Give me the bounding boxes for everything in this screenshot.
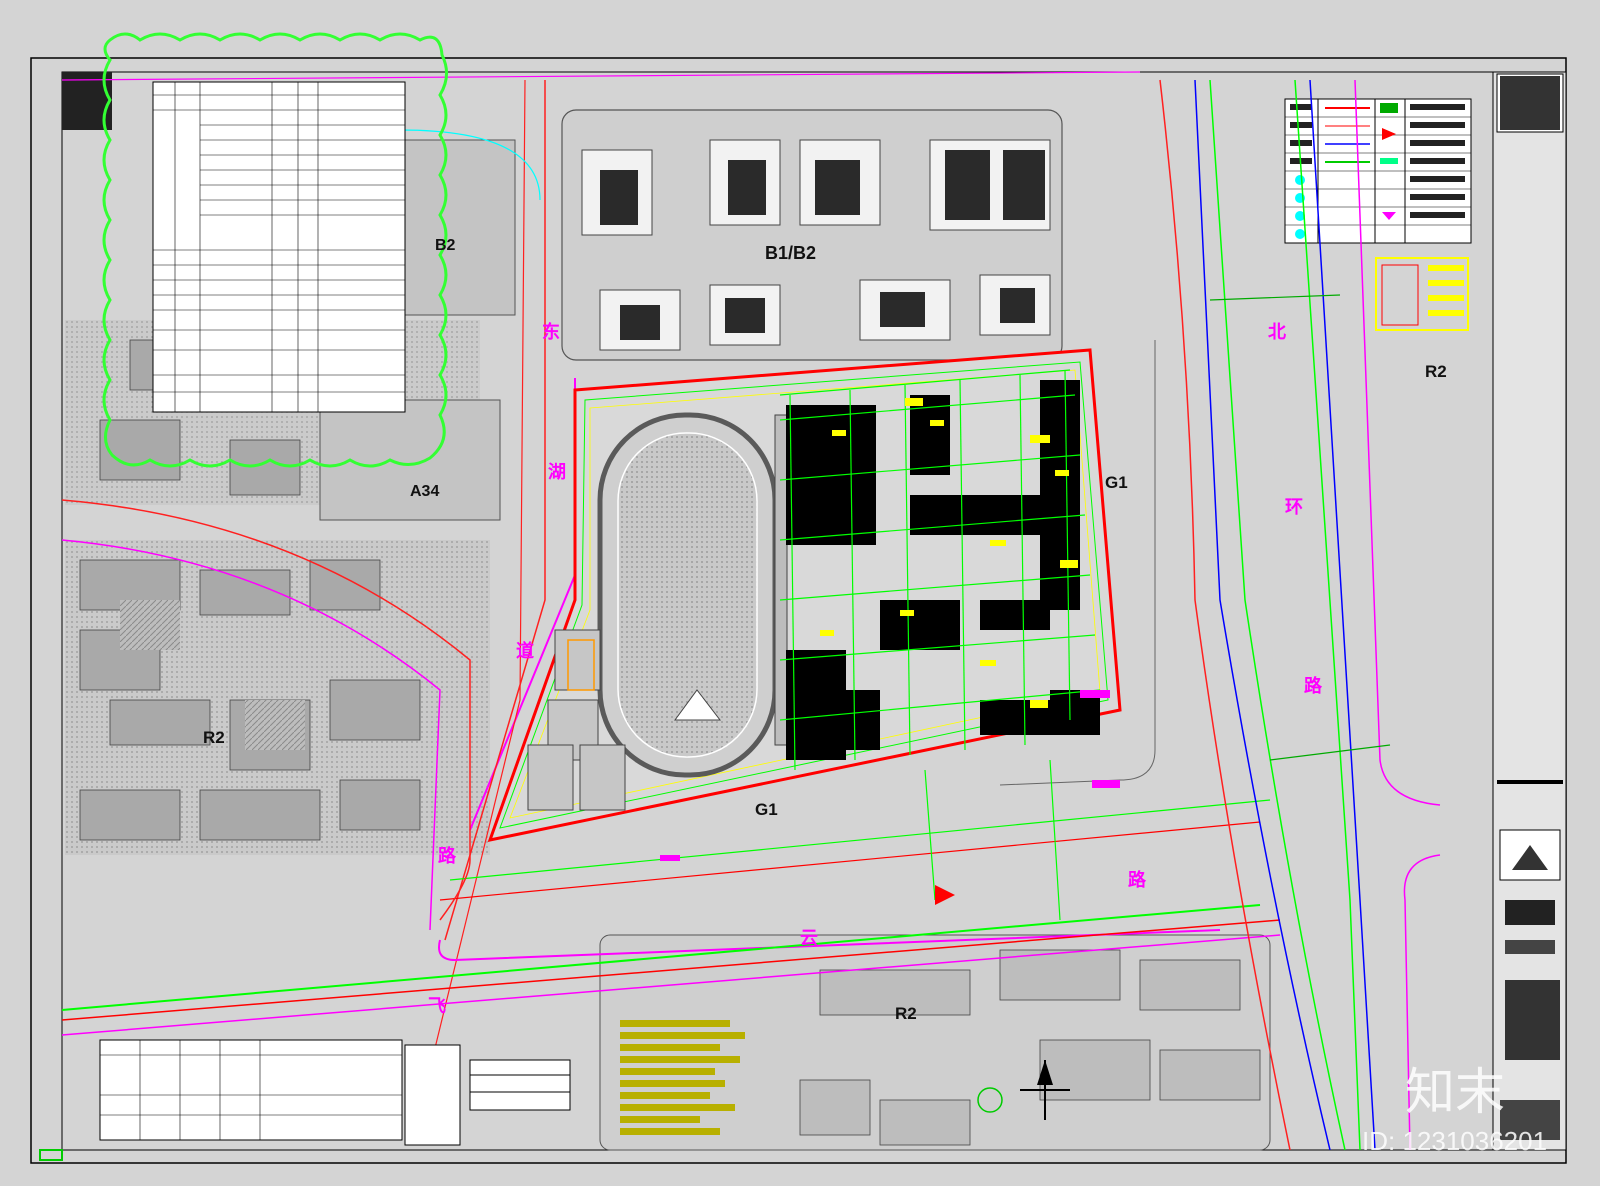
yellow-key-block: [1375, 257, 1469, 331]
zone-label-r2-west: R2: [203, 728, 225, 747]
title-block: [1492, 71, 1567, 1151]
running-track: [597, 412, 788, 778]
watermark-brand: 知末: [1405, 1063, 1505, 1121]
zone-label-r2-south: R2: [895, 1004, 917, 1023]
road-label-west: 道: [516, 641, 534, 662]
zone-label-r2-east: R2: [1425, 362, 1447, 381]
block-b2: [404, 139, 516, 316]
site-plan-drawing: [30, 32, 1567, 1164]
road-label-south: 路: [1128, 870, 1146, 891]
zone-label-b1-b2: B1/B2: [765, 243, 817, 263]
road-label-west: 湖: [548, 462, 566, 483]
road-label-east: 北: [1268, 322, 1286, 343]
zone-label-b2: B2: [435, 237, 456, 254]
road-label-west: 东: [542, 322, 560, 343]
entrance-marker: [935, 885, 955, 905]
watermark-id: ID: 1231036201: [1362, 1126, 1548, 1156]
road-label-east: 路: [1304, 676, 1322, 697]
road-label-south: 云: [800, 928, 818, 949]
data-table: [152, 81, 406, 413]
road-label-south: 飞: [428, 996, 446, 1017]
drawing-sheet: R2 R2 R2 B1/B2 B2 A34 G1 G1 东 湖 道 路 北 环 …: [0, 0, 1600, 1182]
road-label-west: 路: [438, 846, 456, 867]
bottom-left-table: [99, 1039, 571, 1146]
zone-label-g1-east: G1: [1105, 473, 1128, 492]
zone-label-g1-south: G1: [755, 800, 778, 819]
zone-label-a34: A34: [410, 483, 440, 500]
road-label-east: 环: [1285, 497, 1303, 518]
